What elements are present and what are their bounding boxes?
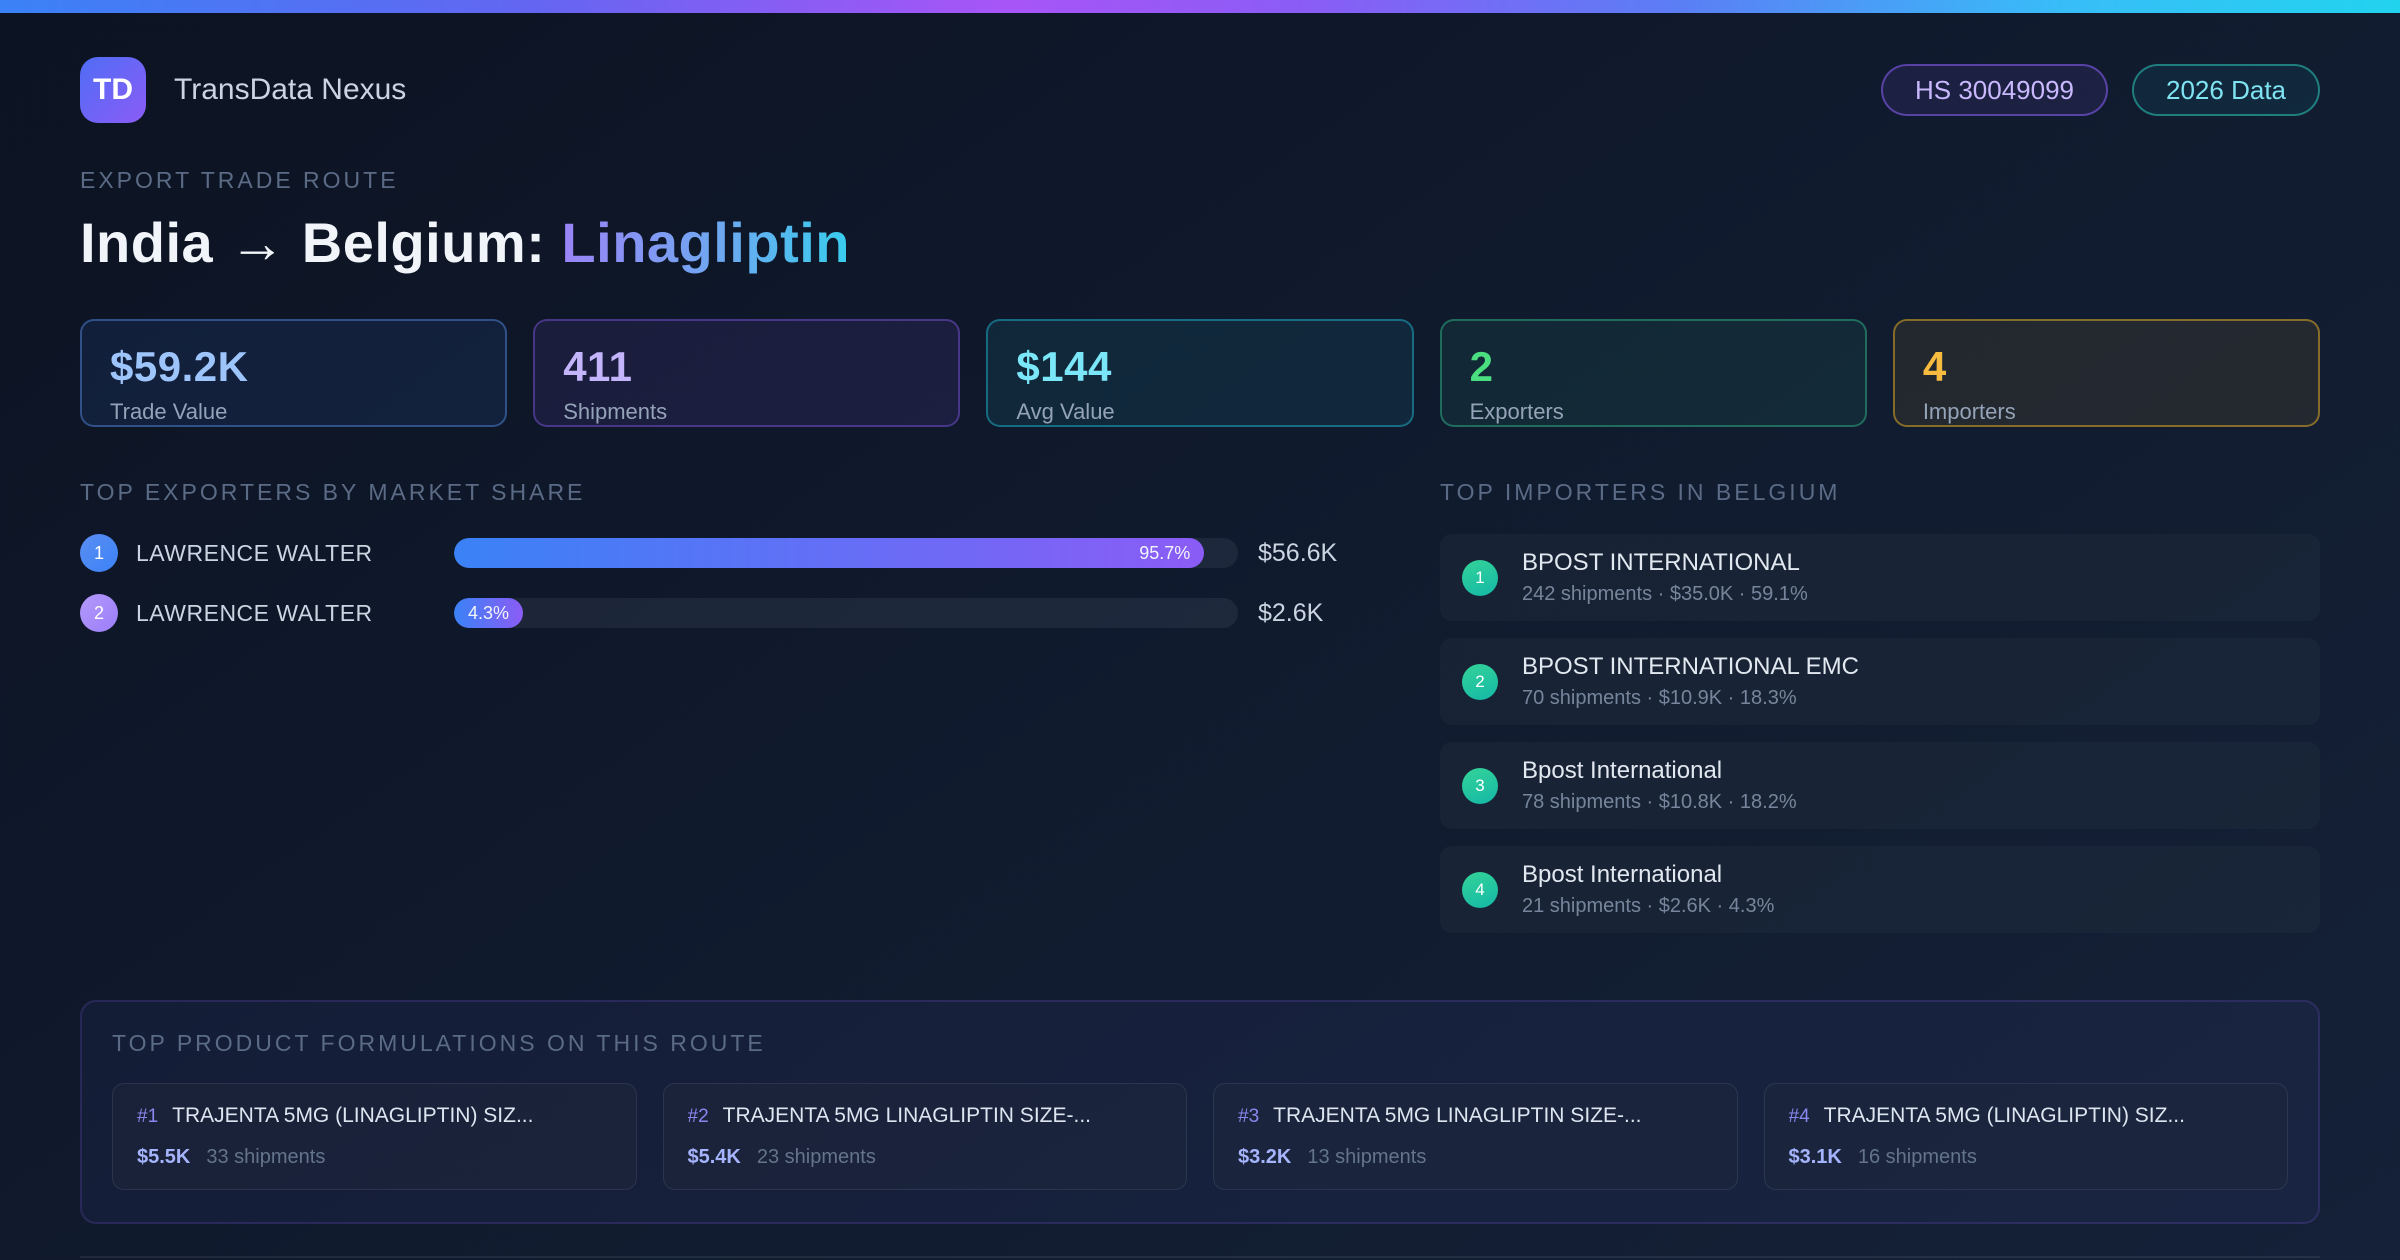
product-rank: #3: [1238, 1106, 1260, 1127]
exporters-heading: TOP EXPORTERS BY MARKET SHARE: [80, 479, 586, 505]
stat-value: 4: [1922, 343, 1947, 390]
share-percent-label: 95.7%: [1139, 542, 1191, 563]
market-share-bar-fill: 4.3%: [454, 598, 524, 628]
importers-heading: TOP IMPORTERS IN BELGIUM: [1440, 479, 1841, 505]
stat-card-importers: 4 Importers: [1892, 319, 2321, 427]
product-card[interactable]: #3 TRAJENTA 5MG LINAGLIPTIN SIZE-... $3.…: [1213, 1083, 1738, 1190]
product-card[interactable]: #2 TRAJENTA 5MG LINAGLIPTIN SIZE-... $5.…: [662, 1083, 1187, 1190]
product-rank: #4: [1788, 1106, 1810, 1127]
hs-code-badge[interactable]: HS 30049099: [1880, 64, 2109, 116]
product-rank: #1: [137, 1106, 159, 1127]
products-panel: TOP PRODUCT FORMULATIONS ON THIS ROUTE #…: [80, 1000, 2320, 1224]
importer-meta: 242 shipments · $35.0K · 59.1%: [1522, 583, 1808, 605]
stats-row: $59.2K Trade Value 411 Shipments $144 Av…: [80, 319, 2321, 427]
product-value: $3.2K: [1238, 1146, 1292, 1168]
year-data-badge[interactable]: 2026 Data: [2132, 64, 2320, 116]
product-card[interactable]: #4 TRAJENTA 5MG (LINAGLIPTIN) SIZ... $3.…: [1763, 1083, 2288, 1190]
importer-rank-badge: 4: [1462, 871, 1498, 908]
stat-card-exporters: 2 Exporters: [1439, 319, 1867, 427]
product-title: TRAJENTA 5MG LINAGLIPTIN SIZE-...: [722, 1104, 1091, 1127]
importers-section: TOP IMPORTERS IN BELGIUM 1 BPOST INTERNA…: [1440, 479, 2320, 950]
exporter-name: LAWRENCE WALTER: [136, 539, 373, 566]
brand-name: TransData Nexus: [174, 73, 407, 106]
importer-item[interactable]: 4 Bpost International 21 shipments · $2.…: [1440, 846, 2320, 933]
stat-label: Shipments: [563, 399, 668, 424]
market-share-bar-track: 95.7%: [454, 538, 1238, 568]
page-container: TD TransData Nexus HS 30049099 2026 Data…: [0, 13, 2400, 1260]
product-value: $5.4K: [687, 1146, 741, 1168]
product-cards: #1 TRAJENTA 5MG (LINAGLIPTIN) SIZ... $5.…: [112, 1083, 2288, 1190]
stat-value: $59.2K: [110, 343, 249, 390]
main-columns: TOP EXPORTERS BY MARKET SHARE 1 LAWRENCE…: [80, 479, 2320, 950]
header-badges: HS 30049099 2026 Data: [1880, 64, 2320, 116]
top-accent-bar: [0, 0, 2400, 13]
footer: Source: Indian Customs Export Records tr…: [80, 1256, 2320, 1260]
brand: TD TransData Nexus: [80, 57, 406, 123]
importer-name: Bpost International: [1522, 757, 1723, 784]
product-value: $5.5K: [137, 1146, 191, 1168]
importer-item[interactable]: 2 BPOST INTERNATIONAL EMC 70 shipments ·…: [1440, 638, 2320, 725]
importer-rank-badge: 2: [1462, 663, 1498, 700]
product-title: TRAJENTA 5MG (LINAGLIPTIN) SIZ...: [172, 1104, 534, 1127]
stat-label: Exporters: [1469, 399, 1564, 424]
importer-rank-badge: 3: [1462, 767, 1498, 804]
market-share-bar-track: 4.3%: [454, 598, 1238, 628]
products-heading: TOP PRODUCT FORMULATIONS ON THIS ROUTE: [112, 1030, 766, 1056]
exporter-value: $56.6K: [1258, 538, 1338, 567]
importer-name: Bpost International: [1522, 861, 1723, 888]
exporter-row: 1 LAWRENCE WALTER 95.7% $56.6K: [80, 534, 1368, 572]
market-share-bar-fill: 95.7%: [454, 538, 1205, 568]
header: TD TransData Nexus HS 30049099 2026 Data: [80, 57, 2320, 123]
stat-card-shipments: 411 Shipments: [533, 319, 961, 427]
importer-meta: 21 shipments · $2.6K · 4.3%: [1522, 895, 1775, 917]
stat-label: Trade Value: [110, 399, 228, 424]
product-value: $3.1K: [1788, 1146, 1842, 1168]
exporter-row: 2 LAWRENCE WALTER 4.3% $2.6K: [80, 594, 1368, 632]
stat-card-trade-value: $59.2K Trade Value: [80, 319, 508, 427]
brand-logo: TD: [80, 57, 146, 123]
stat-label: Importers: [1922, 399, 2016, 424]
title-route: India → Belgium:: [80, 211, 562, 274]
stat-value: 411: [563, 343, 633, 390]
importer-list: 1 BPOST INTERNATIONAL 242 shipments · $3…: [1440, 534, 2320, 933]
product-card[interactable]: #1 TRAJENTA 5MG (LINAGLIPTIN) SIZ... $5.…: [112, 1083, 637, 1190]
exporter-rows: 1 LAWRENCE WALTER 95.7% $56.6K 2 LAWRENC…: [80, 534, 1368, 632]
importer-rank-badge: 1: [1462, 559, 1498, 596]
importer-item[interactable]: 1 BPOST INTERNATIONAL 242 shipments · $3…: [1440, 534, 2320, 621]
exporter-rank-badge: 1: [80, 534, 118, 572]
product-rank: #2: [687, 1106, 709, 1127]
share-percent-label: 4.3%: [468, 602, 510, 623]
importer-meta: 78 shipments · $10.8K · 18.2%: [1522, 791, 1797, 813]
eyebrow-label: EXPORT TRADE ROUTE: [80, 167, 399, 193]
product-shipments: 13 shipments: [1307, 1146, 1427, 1168]
importer-name: BPOST INTERNATIONAL EMC: [1522, 653, 1859, 680]
exporter-rank-badge: 2: [80, 594, 118, 632]
product-shipments: 33 shipments: [206, 1146, 326, 1168]
product-shipments: 23 shipments: [756, 1146, 876, 1168]
importer-name: BPOST INTERNATIONAL: [1522, 549, 1800, 576]
stat-value: $144: [1016, 343, 1112, 390]
stat-value: 2: [1469, 343, 1494, 390]
title-highlight: Linagliptin: [561, 211, 850, 274]
product-title: TRAJENTA 5MG LINAGLIPTIN SIZE-...: [1273, 1104, 1642, 1127]
product-shipments: 16 shipments: [1857, 1146, 1977, 1168]
exporter-name: LAWRENCE WALTER: [136, 599, 373, 626]
importer-item[interactable]: 3 Bpost International 78 shipments · $10…: [1440, 742, 2320, 829]
stat-card-avg-value: $144 Avg Value: [986, 319, 1414, 427]
importer-meta: 70 shipments · $10.9K · 18.3%: [1522, 687, 1797, 709]
exporters-section: TOP EXPORTERS BY MARKET SHARE 1 LAWRENCE…: [80, 479, 1368, 654]
product-title: TRAJENTA 5MG (LINAGLIPTIN) SIZ...: [1823, 1104, 2185, 1127]
page-title: India → Belgium: Linagliptin: [80, 210, 2320, 275]
exporter-value: $2.6K: [1258, 598, 1324, 627]
stat-label: Avg Value: [1016, 399, 1115, 424]
